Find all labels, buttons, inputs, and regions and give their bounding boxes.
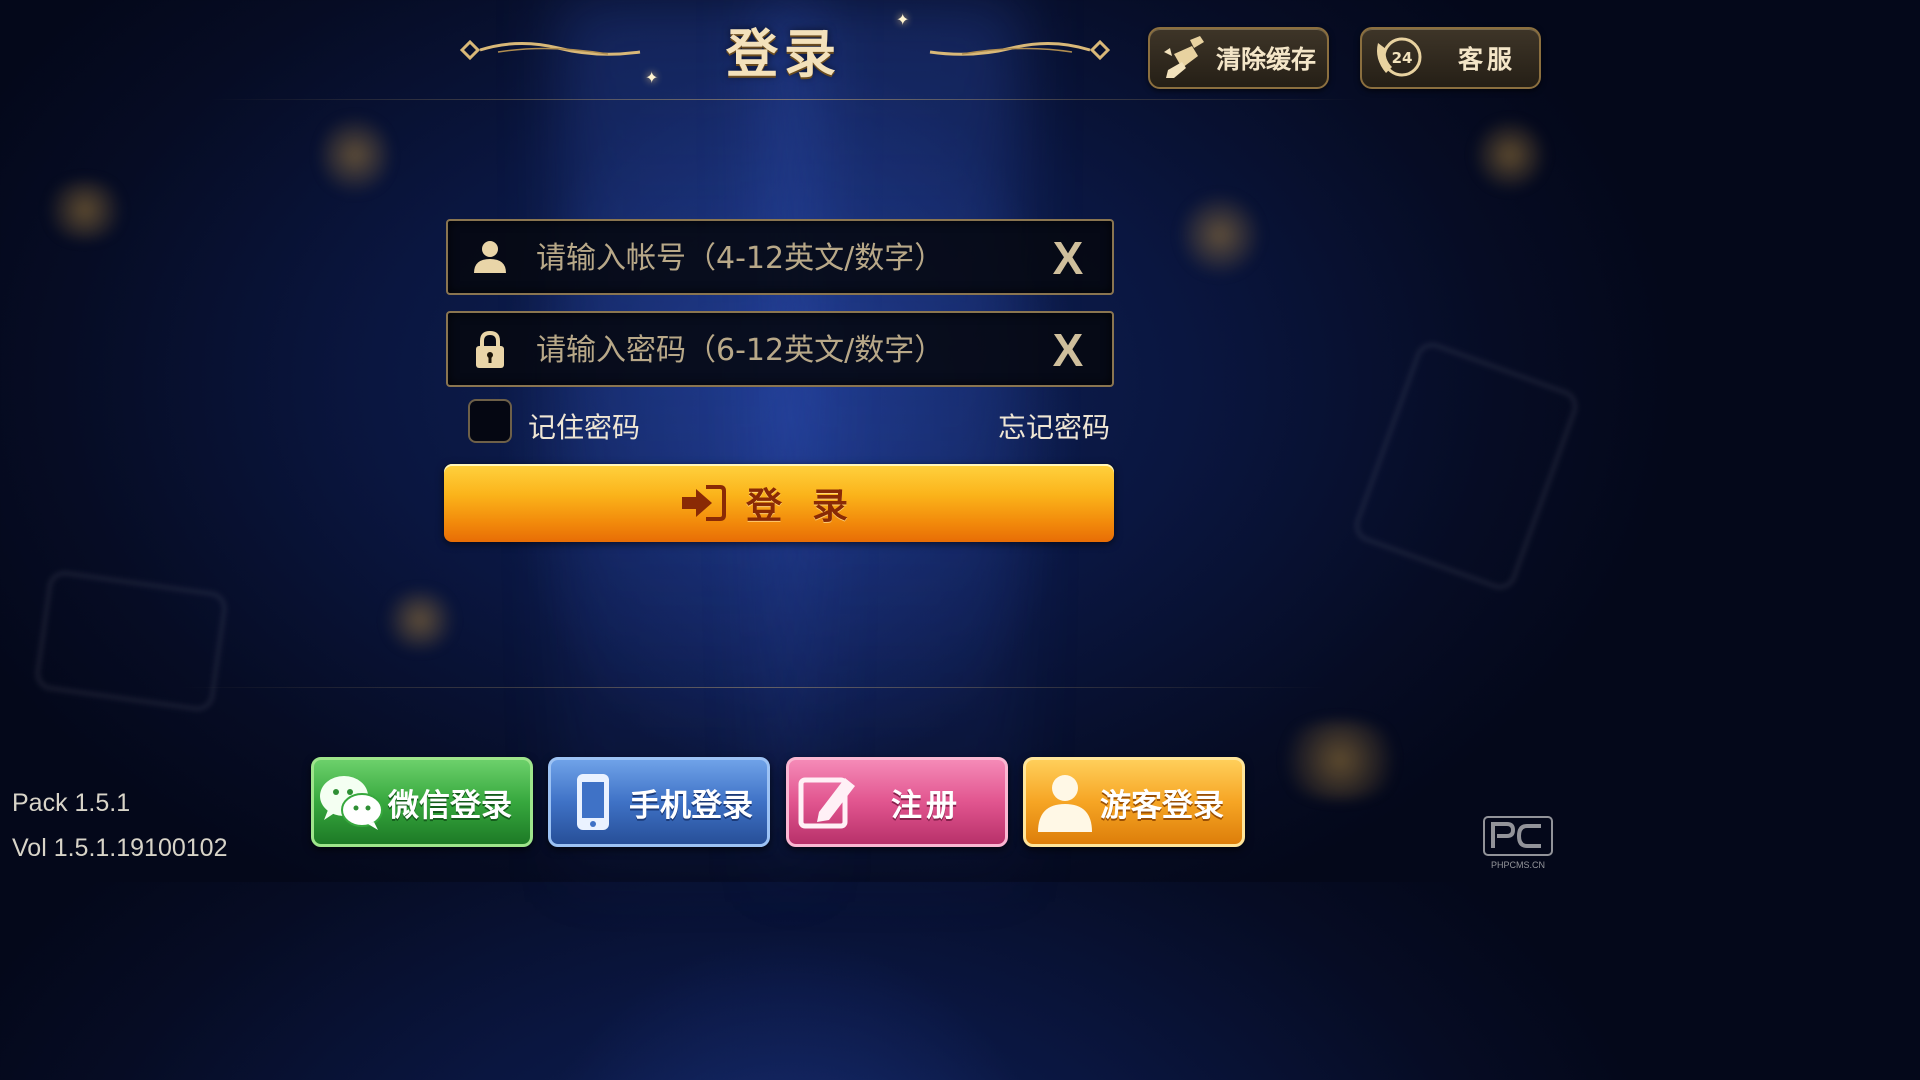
background-chip [40,180,130,240]
login-button[interactable]: 登录 [444,464,1114,542]
account-input[interactable] [534,229,1018,287]
vol-version: Vol 1.5.1.19100102 [12,834,228,862]
broom-icon [1164,36,1204,78]
clear-cache-label: 清除缓存 [1216,45,1317,74]
clear-password-button[interactable]: X [1040,323,1096,377]
service-24h-icon: 24 [1377,37,1422,77]
background-light-beam [760,0,1020,882]
user-icon [474,241,506,273]
remember-password-label[interactable]: 记住密码 [528,406,640,446]
sparkle-icon: ✦ [896,10,910,29]
login-arrow-icon [681,485,726,521]
title-flourish-left-icon [459,39,641,61]
background-chip [1180,190,1260,280]
bottom-divider [180,687,1328,688]
forgot-password-link[interactable]: 忘记密码 [998,406,1110,446]
guest-login-button[interactable]: 游客登录 [1023,757,1245,847]
background-card [32,567,230,715]
watermark-logo-icon [1483,816,1553,856]
service-badge: 24 [1392,49,1413,67]
phone-icon [577,774,609,830]
phone-login-label: 手机登录 [629,787,753,824]
background-chip [1270,720,1410,800]
clear-account-button[interactable]: X [1040,231,1096,285]
customer-service-button[interactable]: 24 客服 [1360,27,1541,89]
title-flourish-right-icon [929,39,1111,61]
edit-icon [798,777,855,829]
watermark: PHPCMS.CN [1482,816,1554,870]
background-card [1348,336,1584,596]
header-divider [210,99,1358,100]
customer-service-label: 客服 [1458,45,1517,74]
watermark-text: PHPCMS.CN [1490,860,1545,870]
password-field: X [446,311,1114,387]
clear-cache-button[interactable]: 清除缓存 [1148,27,1329,89]
sparkle-icon: ✦ [645,68,659,87]
password-input[interactable] [534,321,1018,379]
guest-user-icon [1038,775,1092,832]
lock-icon [476,330,504,368]
wechat-icon [320,776,383,830]
page-title: 登录 [725,25,842,85]
background-chip [1470,120,1550,190]
register-button[interactable]: 注册 [786,757,1008,847]
background-chip [380,590,460,650]
guest-login-label: 游客登录 [1100,787,1224,824]
account-field: X [446,219,1114,295]
login-button-label: 登录 [745,486,878,527]
background-chip [320,110,390,200]
wechat-login-label: 微信登录 [388,787,512,824]
register-label: 注册 [891,787,961,824]
remember-password-checkbox[interactable] [468,399,512,443]
phone-login-button[interactable]: 手机登录 [548,757,770,847]
pack-version: Pack 1.5.1 [12,789,131,817]
wechat-login-button[interactable]: 微信登录 [311,757,533,847]
